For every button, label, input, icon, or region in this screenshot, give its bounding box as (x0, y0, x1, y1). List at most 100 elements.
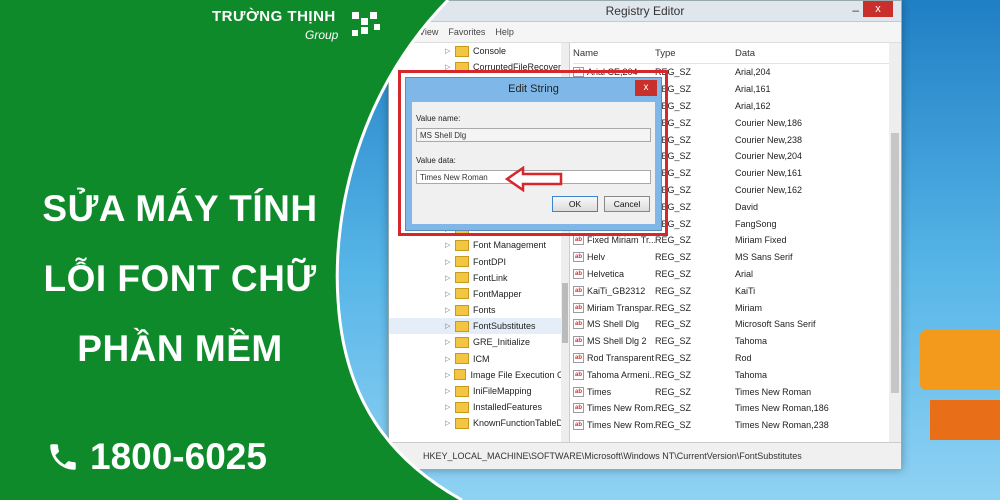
tree-item[interactable]: ▷ Console (389, 43, 569, 59)
expand-icon[interactable]: ▷ (445, 47, 455, 55)
tree-item-label: InstalledFeatures (473, 402, 543, 413)
expand-icon[interactable]: ▷ (445, 403, 455, 411)
table-row[interactable]: ab KaiTi_GB2312 REG_SZ KaiTi (573, 282, 889, 299)
table-row[interactable]: ab MS Shell Dlg 2 REG_SZ Tahoma (573, 333, 889, 350)
column-name-header[interactable]: Name (573, 48, 655, 59)
cell-data: David (735, 201, 759, 212)
column-data-header[interactable]: Data (735, 48, 889, 59)
cell-type: REG_SZ (655, 285, 692, 296)
tree-item[interactable]: ▷ Fonts (389, 302, 569, 318)
expand-icon[interactable]: ▷ (445, 274, 455, 282)
menu-item-help[interactable]: Help (495, 27, 514, 37)
tree-item[interactable]: ▷ InstalledFeatures (389, 399, 569, 415)
headline-line-2: LỖI FONT CHỮ (43, 258, 317, 299)
string-value-icon: ab (573, 420, 585, 431)
cell-type: REG_SZ (655, 386, 692, 397)
menu-item-view[interactable]: View (419, 27, 438, 37)
cell-name: ab Fixed Miriam Tr... (573, 235, 655, 246)
brand-logo-icon (352, 12, 380, 36)
menu-item-favorites[interactable]: Favorites (448, 27, 485, 37)
expand-icon[interactable]: ▷ (445, 290, 455, 298)
cell-data: Arial (735, 268, 754, 279)
tree-item[interactable]: ▷ IniFileMapping (389, 383, 569, 399)
expand-icon[interactable]: ▷ (445, 419, 455, 427)
cell-data: KaiTi (735, 285, 756, 296)
folder-icon (455, 45, 469, 57)
table-row[interactable]: ab Miriam Transpar... REG_SZ Miriam (573, 299, 889, 316)
expand-icon[interactable]: ▷ (445, 322, 455, 330)
values-scrollbar[interactable] (889, 43, 901, 443)
highlight-box (398, 70, 668, 236)
cell-name-text: Times New Rom... (587, 420, 655, 431)
tree-item[interactable]: ▷ Font Management (389, 237, 569, 253)
registry-title: Registry Editor (605, 4, 685, 18)
expand-icon[interactable]: ▷ (445, 338, 455, 346)
tree-item[interactable]: ▷ Image File Execution Op (389, 367, 569, 383)
cell-data: MS Sans Serif (735, 252, 793, 263)
folder-icon (455, 272, 469, 284)
expand-icon[interactable]: ▷ (445, 258, 455, 266)
brand-name: TRƯỜNG THỊNH (212, 8, 336, 25)
headline-line-1: SỬA MÁY TÍNH (42, 188, 318, 229)
expand-icon[interactable]: ▷ (445, 355, 455, 363)
table-row[interactable]: ab Times REG_SZ Times New Roman (573, 383, 889, 400)
cell-data: Tahoma (735, 336, 768, 347)
expand-icon[interactable]: ▷ (445, 371, 454, 379)
folder-icon (455, 336, 469, 348)
table-row[interactable]: ab Helv REG_SZ MS Sans Serif (573, 249, 889, 266)
table-row[interactable]: ab Rod Transparent REG_SZ Rod (573, 350, 889, 367)
phone-contact[interactable]: 1800-6025 (46, 436, 267, 478)
string-value-icon: ab (573, 369, 585, 380)
string-value-icon: ab (573, 352, 585, 363)
tree-item-label: GRE_Initialize (473, 337, 531, 348)
table-row[interactable]: ab Tahoma Armeni... REG_SZ Tahoma (573, 366, 889, 383)
cell-name: ab Times New Rom... (573, 420, 655, 431)
minimize-button[interactable]: – (852, 3, 859, 17)
column-type-header[interactable]: Type (655, 48, 735, 59)
tree-item[interactable]: ▷ FontSubstitutes (389, 318, 569, 335)
table-row[interactable]: ab Helvetica REG_SZ Arial (573, 266, 889, 283)
string-value-icon: ab (573, 235, 585, 246)
cell-type: REG_SZ (655, 403, 692, 414)
folder-icon (455, 288, 469, 300)
cell-data: Times New Roman (735, 386, 812, 397)
cell-name-text: MS Shell Dlg 2 (587, 336, 647, 347)
cell-type: REG_SZ (655, 252, 692, 263)
close-button[interactable]: x (863, 1, 893, 17)
cell-name-text: Tahoma Armeni... (587, 369, 655, 380)
table-row[interactable]: ab MS Shell Dlg REG_SZ Microsoft Sans Serif (573, 316, 889, 333)
cell-data: Courier New,238 (735, 134, 803, 145)
tree-item-label: Console (473, 46, 507, 57)
cell-data: Arial,162 (735, 100, 771, 111)
tree-item-label: KnownFunctionTableDl (473, 418, 566, 429)
folder-icon (453, 369, 467, 381)
cell-name: ab Helvetica (573, 268, 655, 279)
string-value-icon: ab (573, 285, 585, 296)
table-row[interactable]: ab Times New Rom... REG_SZ Times New Roman,… (573, 417, 889, 434)
cell-type: REG_SZ (655, 235, 692, 246)
cell-name: ab Times New Rom... (573, 403, 655, 414)
expand-icon[interactable]: ▷ (445, 241, 455, 249)
tree-item[interactable]: ▷ FontDPI (389, 253, 569, 269)
folder-icon (455, 401, 469, 413)
tree-item[interactable]: ▷ ICM (389, 351, 569, 367)
headline-line-3: PHẦN MỀM (77, 328, 283, 369)
folder-icon (455, 256, 469, 268)
string-value-icon: ab (573, 252, 585, 263)
expand-icon[interactable]: ▷ (445, 306, 455, 314)
expand-icon[interactable]: ▷ (445, 387, 455, 395)
table-row[interactable]: ab Times New Rom... REG_SZ Times New Roman,… (573, 400, 889, 417)
phone-number: 1800-6025 (90, 436, 267, 477)
folder-icon (455, 320, 469, 332)
tree-item[interactable]: ▷ FontMapper (389, 286, 569, 302)
tree-item[interactable]: ▷ KnownFunctionTableDl (389, 415, 569, 431)
desktop-decoration (920, 330, 1000, 390)
cell-data: Arial,161 (735, 84, 771, 95)
cell-data: Rod (735, 352, 752, 363)
tree-item[interactable]: ▷ FontLink (389, 270, 569, 286)
cell-data: Miriam Fixed (735, 235, 787, 246)
cell-name-text: KaiTi_GB2312 (587, 285, 646, 296)
cell-data: FangSong (735, 218, 777, 229)
cell-type: REG_SZ (655, 369, 692, 380)
tree-item[interactable]: ▷ GRE_Initialize (389, 334, 569, 350)
